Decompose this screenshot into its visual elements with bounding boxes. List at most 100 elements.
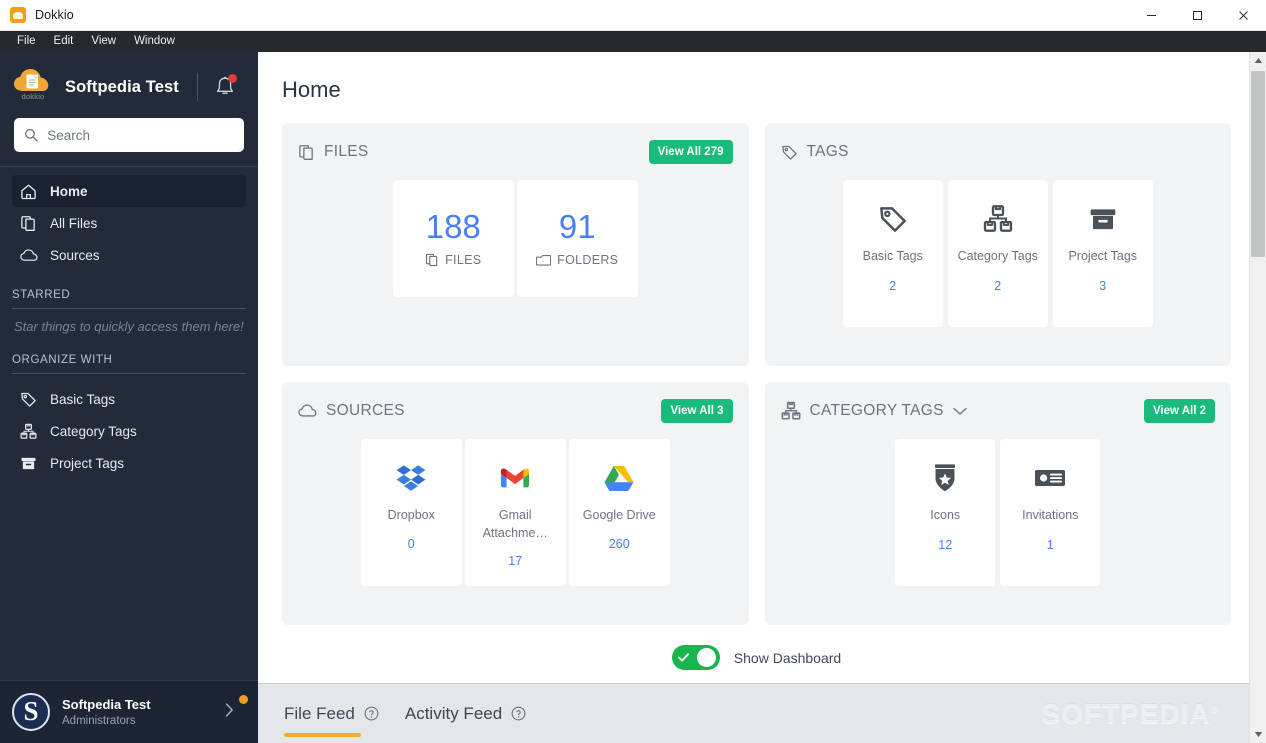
feed-bar: File Feed Activity Feed SOFTPEDIA® [258,683,1249,743]
search-box[interactable] [14,118,244,152]
category-invitations-tile[interactable]: Invitations 1 [1000,439,1101,586]
sources-card-title: SOURCES [326,402,405,419]
close-icon[interactable] [1220,0,1266,30]
folders-count-sub: FOLDERS [536,253,618,267]
sidebar-item-category-tags-label: Category Tags [50,424,137,440]
files-card-title: FILES [324,143,369,160]
files-view-all-button[interactable]: View All 279 [648,139,733,165]
sidebar: dokkio Softpedia Test Search Home All Fi… [0,52,258,743]
search-input[interactable] [47,127,234,143]
source-dropbox-tile[interactable]: Dropbox 0 [360,439,462,586]
scroll-down-arrow-icon[interactable] [1250,726,1266,743]
dokkio-cloud-icon [14,69,49,91]
vertical-scrollbar[interactable] [1249,52,1266,743]
notification-badge-dot [228,74,237,83]
sidebar-user-name: Softpedia Test [62,697,151,712]
files-count-label: FILES [445,253,482,268]
menu-bar: File Edit View Window [0,31,1266,52]
sidebar-user-profile[interactable]: S Softpedia Test Administrators [0,680,258,743]
sidebar-item-category-tags[interactable]: Category Tags [12,416,246,448]
category-icons-tile[interactable]: Icons 12 [895,439,996,586]
category-icons-name: Icons [930,508,961,522]
minimize-icon[interactable] [1128,0,1174,30]
basic-tags-tile[interactable]: Basic Tags 2 [842,180,943,327]
archive-box-icon [1088,202,1118,236]
help-circle-icon[interactable] [511,706,526,721]
home-icon [20,183,42,200]
cloud-icon [298,403,317,419]
source-google-drive-tile[interactable]: Google Drive 260 [568,439,670,586]
folders-count-label: FOLDERS [557,253,619,268]
sources-card-header: SOURCES View All 3 [298,398,733,424]
menu-file[interactable]: File [8,34,45,50]
category-tags-tiles: Icons 12 Invitations 1 [781,439,1216,586]
category-tags-icon [20,423,42,440]
tags-card-header: TAGS [781,139,1216,165]
sidebar-header: dokkio Softpedia Test [0,52,258,118]
folders-count-value: 91 [558,207,596,245]
main-scroll-area: Home FILES View All 279 188 FILES 91 FOL… [258,52,1249,683]
category-tags-count: 2 [994,278,1002,293]
scroll-up-arrow-icon[interactable] [1250,52,1266,69]
shield-star-icon [931,461,959,495]
watermark-text: SOFTPEDIA [1041,697,1211,729]
id-card-icon [1034,461,1066,495]
sidebar-divider [197,73,198,101]
maximize-icon[interactable] [1174,0,1220,30]
category-tags-icon [781,401,801,421]
show-dashboard-label: Show Dashboard [733,649,842,666]
tab-file-feed-label: File Feed [284,703,355,723]
window-controls [1128,0,1266,30]
category-tags-card-title: CATEGORY TAGS [809,402,944,419]
category-tags-view-all-button[interactable]: View All 2 [1143,398,1215,424]
sources-tiles: Dropbox 0 Gmail Attachme… 17 Google Driv… [298,439,733,586]
tag-icon [20,391,42,408]
folders-count-tile[interactable]: 91 FOLDERS [516,180,638,297]
dashboard-toggle-row: Show Dashboard [282,645,1231,670]
sidebar-item-all-files[interactable]: All Files [12,207,246,239]
project-tags-tile[interactable]: Project Tags 3 [1052,180,1153,327]
tab-activity-feed-label: Activity Feed [404,703,503,723]
files-count-sub: FILES [425,253,481,267]
chevron-down-icon[interactable] [953,407,967,416]
source-dropbox-count: 0 [407,536,415,551]
sidebar-item-basic-tags-label: Basic Tags [50,392,116,408]
category-tags-icon [983,202,1013,236]
sidebar-nav: Home All Files Sources STARRED Star thin… [0,166,258,680]
sidebar-item-sources[interactable]: Sources [12,239,246,271]
menu-edit[interactable]: Edit [45,34,83,50]
avatar-letter: S [23,695,39,726]
tab-file-feed[interactable]: File Feed [284,684,379,743]
show-dashboard-toggle[interactable] [671,645,720,670]
basic-tags-name: Basic Tags [862,249,923,263]
menu-window[interactable]: Window [125,34,184,50]
sidebar-item-project-tags[interactable]: Project Tags [12,448,246,480]
scrollbar-track[interactable] [1250,69,1266,726]
sources-view-all-button[interactable]: View All 3 [661,398,733,424]
files-icon [298,144,315,161]
sidebar-item-home[interactable]: Home [12,175,246,207]
menu-view[interactable]: View [82,34,125,50]
files-count-tile[interactable]: 188 FILES [392,180,514,297]
user-status-dot [239,695,248,704]
category-tags-tile[interactable]: Category Tags 2 [947,180,1048,327]
cloud-icon [20,247,42,264]
notifications-button[interactable] [210,72,240,102]
source-gmail-count: 17 [508,554,523,568]
project-tags-name: Project Tags [1068,249,1138,263]
check-icon [677,652,689,664]
title-bar: Dokkio [0,0,1266,31]
app-window: Dokkio File Edit View Window dokkio Soft… [0,0,1266,743]
category-tags-card-header: CATEGORY TAGS View All 2 [781,398,1215,424]
google-drive-icon [604,459,634,497]
gmail-icon [500,459,530,497]
sidebar-item-all-files-label: All Files [50,215,98,231]
dropbox-icon [396,459,426,497]
source-gmail-tile[interactable]: Gmail Attachme… 17 [464,439,566,586]
scrollbar-thumb[interactable] [1251,71,1265,257]
dokkio-cloud-icon [10,7,26,23]
sidebar-item-basic-tags[interactable]: Basic Tags [12,384,246,416]
source-dropbox-name: Dropbox [387,508,435,522]
help-circle-icon[interactable] [364,706,379,721]
tab-activity-feed[interactable]: Activity Feed [405,684,526,743]
